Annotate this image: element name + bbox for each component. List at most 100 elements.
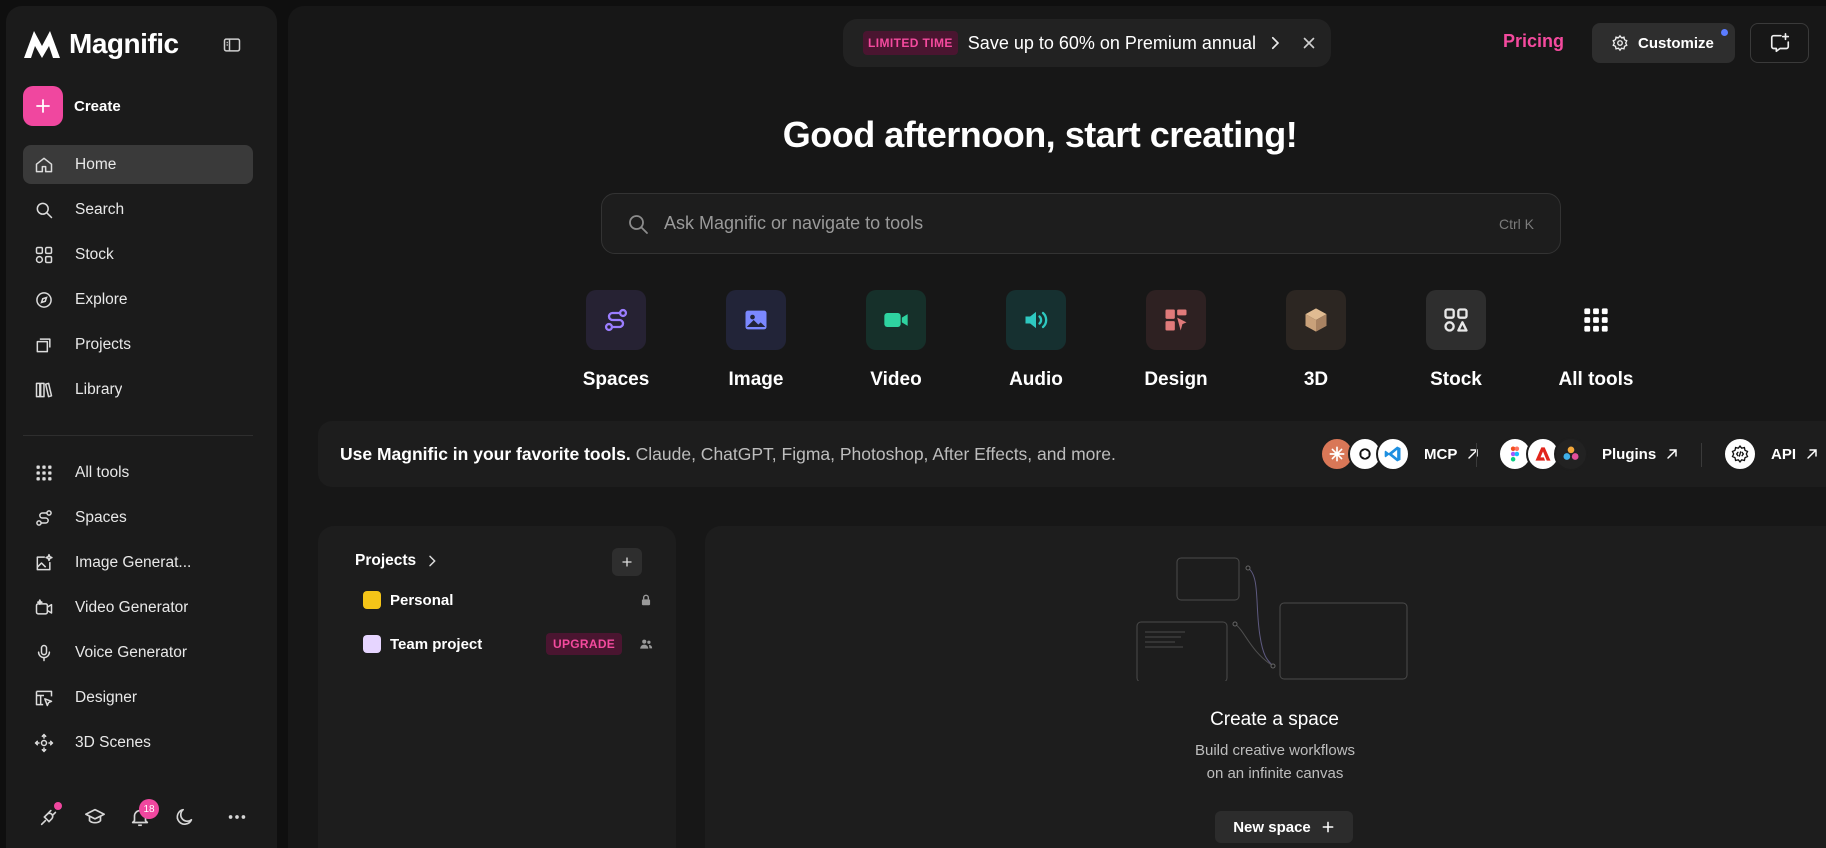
- spaces-icon: [36, 509, 52, 526]
- close-icon[interactable]: [1300, 34, 1318, 52]
- sidebar-item-library[interactable]: Library: [23, 370, 253, 409]
- page-title: Good afternoon, start creating!: [782, 114, 1298, 155]
- sidebar-item-label: Voice Generator: [75, 643, 188, 661]
- promo-text: Save up to 60% on Premium annual: [967, 32, 1256, 53]
- tool-tile: [586, 290, 646, 350]
- promo-banner[interactable]: LIMITED TIME Save up to 60% on Premium a…: [843, 19, 1331, 67]
- logo[interactable]: Magnific: [22, 28, 179, 60]
- integrations-subtext: Claude, ChatGPT, Figma, Photoshop, After…: [635, 444, 1116, 464]
- plugin-button[interactable]: [38, 802, 62, 830]
- tool-stock[interactable]: Stock: [1386, 290, 1526, 391]
- tool-label: Image: [728, 369, 784, 390]
- chevron-right-icon: [429, 555, 436, 567]
- projects-icon: [36, 337, 51, 352]
- compass-icon: [36, 291, 52, 308]
- feedback-chat-button[interactable]: [1750, 23, 1809, 63]
- create-space-panel: Create a space Build creative workflows …: [705, 526, 1826, 848]
- plus-icon: [1322, 821, 1334, 833]
- upgrade-badge[interactable]: UPGRADE: [546, 633, 623, 655]
- mcp-link[interactable]: MCP: [1320, 437, 1481, 471]
- divider: [1701, 443, 1702, 467]
- sidebar-item-video-generator[interactable]: Video Generator: [23, 588, 253, 627]
- search-input[interactable]: [664, 213, 1444, 234]
- sidebar-item-label: Image Generat...: [75, 553, 192, 571]
- davinci-logo-icon: [1554, 437, 1588, 471]
- sidebar-item-label: Designer: [75, 688, 138, 706]
- add-project-button[interactable]: [612, 548, 642, 576]
- stock-icon: [1444, 308, 1468, 332]
- sidebar-item-search[interactable]: Search: [23, 190, 253, 229]
- project-row-team[interactable]: Team project UPGRADE: [363, 630, 653, 658]
- promo-badge: LIMITED TIME: [863, 31, 958, 55]
- sidebar-item-spaces[interactable]: Spaces: [23, 498, 253, 537]
- graduation-cap-icon: [85, 808, 105, 824]
- sidebar-item-projects[interactable]: Projects: [23, 325, 253, 364]
- microphone-icon: [37, 644, 51, 661]
- tool-video[interactable]: Video: [826, 290, 966, 391]
- project-color-swatch: [363, 635, 381, 653]
- plus-icon: [23, 86, 63, 126]
- mcp-label: MCP: [1424, 445, 1458, 463]
- project-name: Team project: [390, 635, 483, 653]
- tool-label: Design: [1144, 369, 1208, 390]
- notification-count-badge: 18: [139, 799, 159, 819]
- tool-shortcuts: Spaces Image Video Audio Design 3D Stock…: [546, 290, 1633, 400]
- sidebar-item-label: Home: [75, 155, 117, 173]
- new-space-label: New space: [1233, 818, 1311, 836]
- api-link[interactable]: API: [1723, 437, 1820, 471]
- project-name: Personal: [390, 591, 454, 609]
- tool-label: Audio: [1009, 369, 1063, 390]
- gear-icon: [1612, 34, 1628, 52]
- chevron-right-icon: [1271, 36, 1280, 50]
- projects-header-link[interactable]: Projects: [355, 552, 440, 570]
- more-button[interactable]: [226, 806, 250, 830]
- pricing-link[interactable]: Pricing: [1503, 31, 1564, 52]
- tool-image[interactable]: Image: [686, 290, 826, 391]
- spaces-icon: [604, 308, 628, 332]
- sidebar-item-label: Stock: [75, 245, 114, 263]
- tool-all-tools[interactable]: All tools: [1526, 290, 1666, 391]
- space-description: Build creative workflows on an infinite …: [1194, 742, 1356, 782]
- sidebar-item-voice-generator[interactable]: Voice Generator: [23, 633, 253, 672]
- vscode-logo-icon: [1376, 437, 1410, 471]
- sidebar-item-label: Explore: [75, 290, 128, 308]
- sidebar-item-designer[interactable]: Designer: [23, 678, 253, 717]
- search-bar[interactable]: Ctrl K: [601, 193, 1561, 254]
- customize-button[interactable]: Customize: [1592, 23, 1735, 63]
- sidebar-item-explore[interactable]: Explore: [23, 280, 253, 319]
- grid-icon: [1584, 308, 1608, 332]
- plugins-link[interactable]: Plugins: [1498, 437, 1680, 471]
- tool-spaces[interactable]: Spaces: [546, 290, 686, 391]
- arrow-up-right-icon: [1667, 449, 1677, 459]
- tool-3d[interactable]: 3D: [1246, 290, 1386, 391]
- sidebar-item-all-tools[interactable]: All tools: [23, 453, 253, 492]
- new-space-button[interactable]: New space: [1215, 811, 1353, 843]
- customize-notification-dot: [1721, 29, 1728, 36]
- audio-icon: [1025, 311, 1048, 329]
- customize-label: Customize: [1638, 34, 1714, 52]
- sidebar-item-3d-scenes[interactable]: 3D Scenes: [23, 723, 253, 762]
- tool-design[interactable]: Design: [1106, 290, 1246, 391]
- cube-icon: [1305, 308, 1327, 332]
- sidebar-item-image-generator[interactable]: Image Generat...: [23, 543, 253, 582]
- theme-toggle-button[interactable]: [174, 806, 198, 830]
- api-logos: [1723, 437, 1757, 471]
- arrow-up-right-icon: [1807, 449, 1817, 459]
- search-icon: [629, 214, 648, 234]
- canvas-illustration: [1136, 557, 1408, 681]
- integrations-text: Use Magnific in your favorite tools. Cla…: [340, 444, 1116, 465]
- tool-tile: [1286, 290, 1346, 350]
- integrations-headline: Use Magnific in your favorite tools.: [340, 444, 631, 464]
- tool-label: Video: [870, 369, 922, 390]
- sidebar-item-stock[interactable]: Stock: [23, 235, 253, 274]
- collapse-sidebar-button[interactable]: [222, 35, 246, 59]
- create-button[interactable]: Create: [23, 86, 121, 126]
- project-row-personal[interactable]: Personal: [363, 586, 653, 614]
- arrow-up-right-icon: [1468, 449, 1479, 459]
- keyboard-shortcut-hint: Ctrl K: [1499, 215, 1534, 232]
- tool-audio[interactable]: Audio: [966, 290, 1106, 391]
- academy-button[interactable]: [84, 806, 108, 830]
- sidebar-item-home[interactable]: Home: [23, 145, 253, 184]
- sidebar-item-label: 3D Scenes: [75, 733, 151, 751]
- sidebar-footer: 18: [32, 799, 262, 832]
